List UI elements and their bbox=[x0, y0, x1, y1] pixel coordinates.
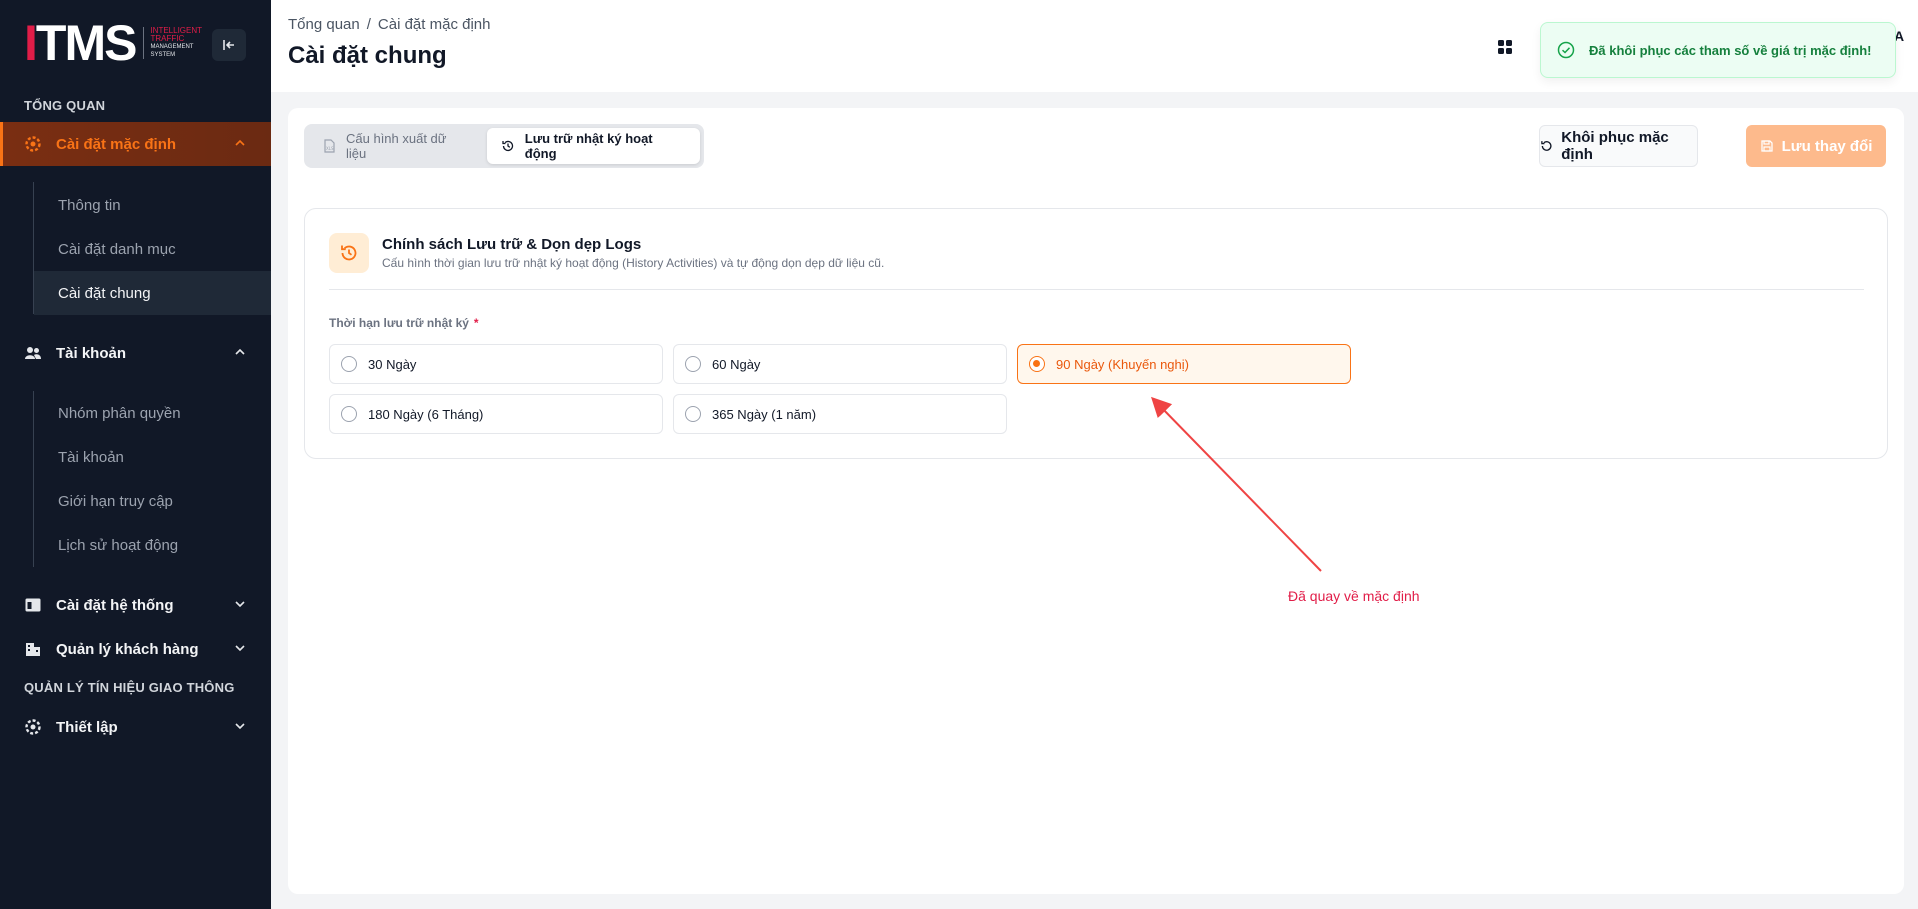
sidebar-subitem-access-limits[interactable]: Giới hạn truy cập bbox=[34, 479, 271, 523]
annotation-text: Đã quay về mặc định bbox=[1288, 588, 1420, 604]
settings-tabs: XLS Cấu hình xuất dữ liệu Lưu trữ nhật k… bbox=[304, 124, 704, 168]
option-label: 90 Ngày (Khuyến nghị) bbox=[1056, 356, 1189, 372]
retention-field-label: Thời hạn lưu trữ nhật ký * bbox=[329, 316, 479, 330]
save-changes-button[interactable]: Lưu thay đổi bbox=[1746, 125, 1886, 167]
required-mark: * bbox=[473, 316, 479, 330]
sidebar-item-label: Cài đặt hệ thống bbox=[56, 596, 174, 614]
breadcrumb-current-link[interactable]: Cài đặt mặc định bbox=[378, 16, 491, 33]
logo-tagline-line: MANAGEMENT bbox=[150, 44, 194, 50]
tab-activity-log-storage[interactable]: Lưu trữ nhật ký hoạt động bbox=[486, 128, 700, 164]
sidebar-subitem-activity-history[interactable]: Lịch sử hoạt động bbox=[34, 523, 271, 567]
radio-button[interactable] bbox=[341, 356, 357, 372]
sidebar-item-label: Tài khoản bbox=[56, 344, 127, 362]
apps-grid-button[interactable] bbox=[1490, 32, 1520, 62]
field-label-text: Thời hạn lưu trữ nhật ký bbox=[329, 316, 469, 330]
collapse-sidebar-button[interactable] bbox=[212, 29, 246, 61]
success-toast: Đã khôi phục các tham số về giá trị mặc … bbox=[1540, 22, 1896, 78]
building-icon bbox=[24, 640, 42, 658]
logo-tagline: INTELLIGENT TRAFFIC MANAGEMENT SYSTEM bbox=[143, 27, 202, 59]
sidebar-item-default-settings[interactable]: Cài đặt mặc định bbox=[0, 122, 271, 166]
option-label: 30 Ngày bbox=[368, 356, 417, 372]
option-label: 365 Ngày (1 năm) bbox=[712, 406, 817, 422]
sidebar-subitem-permission-groups[interactable]: Nhóm phân quyền bbox=[34, 391, 271, 435]
gear-icon bbox=[24, 135, 42, 153]
reset-defaults-button[interactable]: Khôi phục mặc định bbox=[1539, 125, 1698, 167]
window-icon bbox=[24, 596, 42, 614]
save-changes-label: Lưu thay đổi bbox=[1781, 137, 1873, 155]
option-label: 180 Ngày (6 Tháng) bbox=[368, 406, 484, 422]
history-icon bbox=[501, 139, 515, 153]
chevron-up-icon bbox=[235, 348, 245, 355]
sidebar-item-label: Cài đặt mặc định bbox=[56, 135, 177, 153]
tab-export-config[interactable]: XLS Cấu hình xuất dữ liệu bbox=[308, 128, 483, 164]
sidebar-item-system-settings[interactable]: Cài đặt hệ thống bbox=[0, 583, 271, 627]
logo-tagline-line: SYSTEM bbox=[150, 52, 176, 58]
breadcrumb-separator: / bbox=[366, 16, 371, 33]
chevron-down-icon bbox=[235, 601, 245, 608]
collapse-left-icon bbox=[223, 40, 234, 50]
xls-file-icon: XLS bbox=[322, 139, 336, 153]
chevron-down-icon bbox=[235, 723, 245, 730]
sidebar-item-account[interactable]: Tài khoản bbox=[0, 331, 271, 375]
tab-label: Cấu hình xuất dữ liệu bbox=[346, 131, 447, 161]
breadcrumb: Tổng quan / Cài đặt mặc định bbox=[288, 16, 490, 33]
users-icon bbox=[24, 344, 42, 362]
sidebar-item-customer-management[interactable]: Quản lý khách hàng bbox=[0, 627, 271, 671]
breadcrumb-root-link[interactable]: Tổng quan bbox=[288, 16, 360, 33]
logo-tagline-line: TRAFFIC bbox=[150, 34, 185, 43]
grid-icon bbox=[1498, 40, 1512, 54]
svg-text:XLS: XLS bbox=[326, 146, 334, 151]
radio-button[interactable] bbox=[685, 356, 701, 372]
sidebar-subitem-general-settings[interactable]: Cài đặt chung bbox=[34, 271, 271, 315]
sidebar-item-label: Quản lý khách hàng bbox=[56, 640, 199, 658]
history-icon bbox=[329, 233, 369, 273]
card-description: Cấu hình thời gian lưu trữ nhật ký hoạt … bbox=[382, 256, 885, 270]
check-circle-icon bbox=[1557, 41, 1575, 59]
retention-option-30[interactable]: 30 Ngày bbox=[329, 344, 663, 384]
radio-button[interactable] bbox=[341, 406, 357, 422]
sidebar-subitem-accounts[interactable]: Tài khoản bbox=[34, 435, 271, 479]
toast-message: Đã khôi phục các tham số về giá trị mặc … bbox=[1589, 42, 1872, 58]
reset-defaults-label: Khôi phục mặc định bbox=[1561, 129, 1669, 163]
section-title-traffic: QUẢN LÝ TÍN HIỆU GIAO THÔNG bbox=[24, 680, 235, 695]
retention-option-60[interactable]: 60 Ngày bbox=[673, 344, 1007, 384]
card-divider bbox=[329, 289, 1864, 290]
card-title: Chính sách Lưu trữ & Dọn dẹp Logs bbox=[382, 236, 642, 253]
retention-option-365[interactable]: 365 Ngày (1 năm) bbox=[673, 394, 1007, 434]
main-content: XLS Cấu hình xuất dữ liệu Lưu trữ nhật k… bbox=[288, 108, 1904, 894]
log-retention-card: Chính sách Lưu trữ & Dọn dẹp Logs Cấu hì… bbox=[304, 208, 1888, 459]
retention-option-180[interactable]: 180 Ngày (6 Tháng) bbox=[329, 394, 663, 434]
tab-label: Lưu trữ nhật ký hoạt động bbox=[524, 131, 653, 161]
save-icon bbox=[1760, 140, 1773, 152]
section-title-overview: TỔNG QUAN bbox=[24, 98, 106, 113]
radio-button-selected[interactable] bbox=[1029, 356, 1045, 372]
logo-wordmark: ITMS bbox=[24, 15, 137, 71]
sidebar-subitem-category-settings[interactable]: Cài đặt danh mục bbox=[34, 227, 271, 271]
chevron-down-icon bbox=[235, 645, 245, 652]
chevron-up-icon bbox=[235, 139, 245, 146]
page-title: Cài đặt chung bbox=[288, 42, 447, 69]
sidebar-item-setup[interactable]: Thiết lập bbox=[0, 705, 271, 749]
cog-icon bbox=[24, 718, 42, 736]
reset-icon bbox=[1541, 141, 1552, 151]
option-label: 60 Ngày bbox=[712, 356, 761, 372]
sidebar: ITMS INTELLIGENT TRAFFIC MANAGEMENT SYST… bbox=[0, 0, 271, 909]
retention-option-90[interactable]: 90 Ngày (Khuyến nghị) bbox=[1017, 344, 1351, 384]
app-logo[interactable]: ITMS INTELLIGENT TRAFFIC MANAGEMENT SYST… bbox=[24, 15, 202, 71]
sidebar-item-label: Thiết lập bbox=[56, 718, 118, 736]
sidebar-subitem-info[interactable]: Thông tin bbox=[34, 183, 271, 227]
radio-button[interactable] bbox=[685, 406, 701, 422]
